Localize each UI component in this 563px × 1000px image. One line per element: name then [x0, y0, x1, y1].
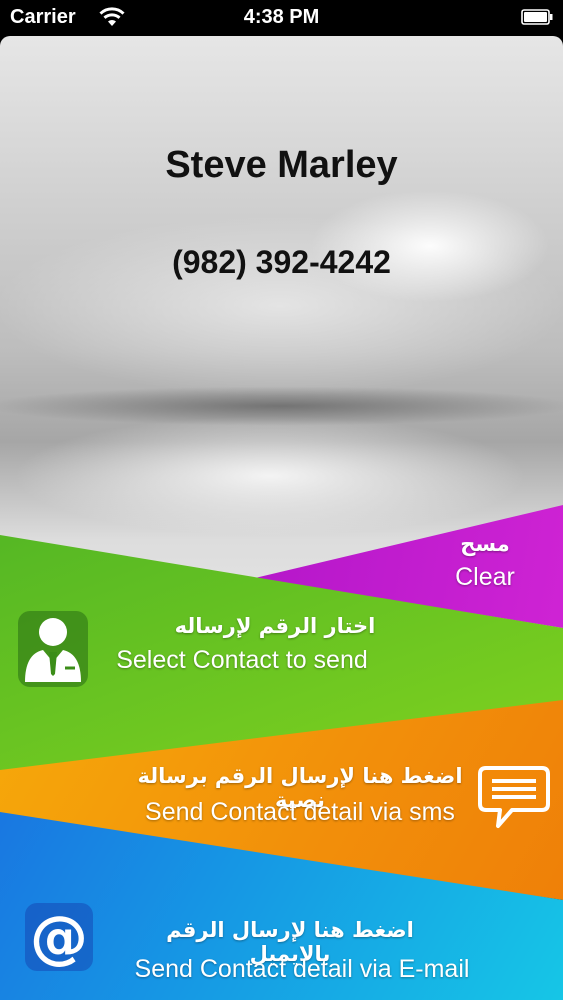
select-contact-label-arabic: اختار الرقم لإرساله [174, 614, 376, 638]
at-sign-icon: @ [25, 903, 93, 971]
clear-label-arabic: مسح [460, 532, 510, 556]
app-screen: Carrier 4:38 PM Steve Marley (982) 392-4… [0, 0, 563, 1000]
send-email-label: Send Contact detail via E-mail [134, 955, 470, 983]
status-bar: Carrier 4:38 PM [0, 0, 563, 36]
select-contact-label: Select Contact to send [116, 646, 368, 674]
svg-text:@: @ [30, 903, 88, 971]
contact-phone: (982) 392-4242 [172, 244, 391, 280]
send-sms-label: Send Contact detail via sms [145, 798, 455, 826]
clock: 4:38 PM [243, 6, 320, 28]
person-icon [18, 611, 88, 687]
clear-label: Clear [455, 563, 515, 591]
contact-name: Steve Marley [165, 144, 398, 186]
chat-bubble-icon [478, 766, 550, 828]
battery-icon [521, 9, 553, 25]
